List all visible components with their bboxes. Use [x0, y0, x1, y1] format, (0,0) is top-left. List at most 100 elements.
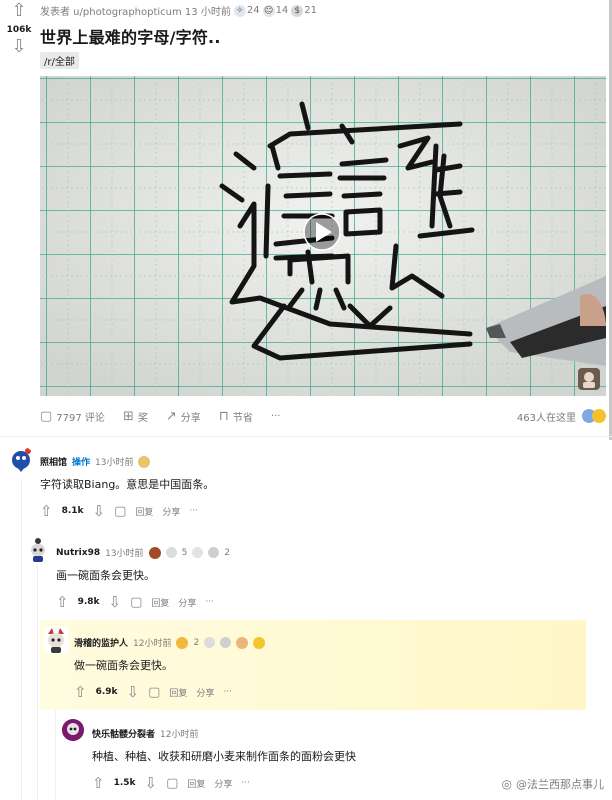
avatar[interactable] — [8, 446, 34, 472]
silver-award-icon[interactable] — [208, 547, 220, 558]
save-button[interactable]: ⊓ 节省 — [219, 409, 253, 424]
share-icon: ↗ — [165, 408, 177, 424]
award-helpful[interactable]: ✧ 24 — [233, 4, 260, 17]
post-score: 106k — [6, 25, 32, 35]
comment-author[interactable]: 照相馆 — [40, 455, 67, 468]
award-silver[interactable]: $ 21 — [291, 4, 317, 17]
post-title[interactable]: 世界上最难的字母/字符.. — [40, 24, 221, 48]
comment-score: 6.9k — [95, 687, 118, 697]
comment-author[interactable]: 滑稽的监护人 — [74, 636, 128, 649]
reply-button[interactable]: 回复 — [187, 777, 205, 790]
comment-time: 13小时前 — [105, 549, 144, 559]
post-action-bar: ▢ 7797 评论 ⊞ 奖 ↗ 分享 ⊓ 节省 ··· 463人在这里 — [40, 405, 606, 427]
share-button[interactable]: 分享 — [214, 777, 232, 790]
award-button[interactable]: ⊞ 奖 — [123, 409, 148, 424]
comment-actions: ⇧ 9.8k ⇩ ▢ 回复 分享 ··· — [56, 593, 230, 611]
upvote-icon[interactable]: ⇧ — [92, 774, 105, 792]
share-label: 分享 — [180, 412, 201, 424]
gold-award-icon[interactable] — [176, 636, 189, 649]
share-button[interactable]: 分享 — [162, 505, 180, 518]
more-options-button[interactable]: ··· — [223, 687, 232, 697]
comment-icon: ▢ — [40, 408, 53, 424]
reply-icon[interactable]: ▢ — [114, 504, 126, 519]
bookmark-icon: ⊓ — [218, 408, 229, 424]
share-button[interactable]: 分享 — [196, 686, 214, 699]
comment-body: 种植、种植、收获和研磨小麦来制作面条的面粉会更快 — [92, 750, 356, 763]
comment-body: 做一碗面条会更快。 — [74, 659, 173, 672]
upvote-icon[interactable]: ⇧ — [4, 2, 34, 20]
share-button[interactable]: 分享 — [178, 596, 196, 609]
subreddit-flair[interactable]: /r/全部 — [40, 52, 79, 69]
wholesome-award-icon: ☺ — [262, 4, 275, 17]
award-label: 奖 — [137, 412, 148, 424]
comment-time: 12小时前 — [133, 639, 172, 649]
award-count: 24 — [246, 5, 260, 16]
more-options-button[interactable]: ··· — [271, 411, 281, 422]
reply-icon[interactable]: ▢ — [148, 685, 160, 700]
downvote-icon[interactable]: ⇩ — [93, 502, 106, 520]
post-meta: 发表者 u/photographopticum 13 小时前 ✧ 24 ☺ 14… — [40, 3, 317, 18]
video-uploader-avatar[interactable] — [578, 368, 600, 390]
thread-line — [21, 478, 22, 800]
award-icon[interactable] — [148, 546, 161, 559]
reply-button[interactable]: 回复 — [151, 596, 169, 609]
thread-line — [37, 566, 38, 800]
upvote-icon[interactable]: ⇧ — [74, 683, 87, 701]
award-count: 2 — [224, 547, 231, 558]
play-button[interactable] — [303, 213, 341, 251]
upvote-icon[interactable]: ⇧ — [40, 502, 53, 520]
comment-time: 13小时前 — [95, 458, 134, 468]
video-player[interactable] — [40, 76, 606, 396]
more-options-button[interactable]: ··· — [241, 778, 250, 788]
comment-actions: ⇧ 1.5k ⇩ ▢ 回复 分享 ··· — [92, 774, 356, 792]
silver-award-icon[interactable] — [220, 637, 232, 648]
downvote-icon[interactable]: ⇩ — [109, 593, 122, 611]
avatar[interactable] — [62, 719, 84, 741]
reply-button[interactable]: 回复 — [135, 505, 153, 518]
helpful-award-icon[interactable] — [204, 637, 216, 648]
avatar[interactable] — [44, 626, 68, 654]
avatar[interactable] — [26, 535, 50, 563]
watermark-text: @法兰西那点事儿 — [516, 778, 604, 791]
comments-label: 7797 评论 — [56, 412, 105, 424]
online-label: 463人在这里 — [516, 412, 576, 424]
op-badge: 操作 — [72, 458, 91, 468]
upvote-icon[interactable]: ⇧ — [56, 593, 69, 611]
reply-icon[interactable]: ▢ — [166, 776, 178, 791]
video-frame — [40, 76, 606, 396]
more-options-button[interactable]: ··· — [205, 597, 214, 607]
comment-actions: ⇧ 8.1k ⇩ ▢ 回复 分享 ··· — [40, 502, 214, 520]
share-button[interactable]: ↗ 分享 — [166, 409, 201, 424]
downvote-icon[interactable]: ⇩ — [145, 774, 158, 792]
helpful-award-icon: ✧ — [233, 4, 246, 17]
more-options-button[interactable]: ··· — [189, 506, 198, 516]
comment: Nutrix98 13小时前 5 2 画一碗面条会更快。 ⇧ 9.8k ⇩ ▢ … — [56, 546, 230, 611]
online-count: 463人在这里 — [517, 409, 606, 424]
divider — [0, 436, 612, 437]
award-count: 5 — [181, 547, 188, 558]
award-icon[interactable] — [138, 455, 151, 468]
wholesome-award-icon[interactable] — [236, 636, 249, 649]
wholesome-award-icon[interactable] — [192, 547, 204, 558]
online-avatars — [582, 409, 606, 423]
comment-actions: ⇧ 6.9k ⇩ ▢ 回复 分享 ··· — [74, 683, 265, 701]
downvote-icon[interactable]: ⇩ — [4, 38, 34, 56]
downvote-icon[interactable]: ⇩ — [127, 683, 140, 701]
comment-score: 8.1k — [61, 506, 84, 516]
post-vote-column: ⇧ 106k ⇩ — [4, 2, 34, 56]
comment-author[interactable]: Nutrix98 — [56, 548, 100, 558]
award-wholesome[interactable]: ☺ 14 — [262, 4, 288, 17]
reply-button[interactable]: 回复 — [169, 686, 187, 699]
comment-author[interactable]: 快乐骷髅分裂者 — [92, 727, 155, 740]
comments-button[interactable]: ▢ 7797 评论 — [40, 409, 105, 424]
comment-score: 1.5k — [113, 778, 136, 788]
helpful-award-icon[interactable] — [165, 547, 177, 558]
comment: 滑稽的监护人 12小时前 2 做一碗面条会更快。 ⇧ 6.9k ⇩ ▢ 回复 分… — [74, 636, 266, 701]
post: ⇧ 106k ⇩ 发表者 u/photographopticum 13 小时前 … — [0, 0, 612, 436]
gift-icon: ⊞ — [122, 408, 134, 424]
reply-icon[interactable]: ▢ — [130, 595, 142, 610]
post-author-time: 发表者 u/photographopticum 13 小时前 — [40, 7, 231, 18]
comment-score: 9.8k — [77, 597, 100, 607]
rocket-award-icon[interactable] — [253, 636, 266, 649]
comment-body: 字符读取Biang。意思是中国面条。 — [40, 478, 215, 491]
